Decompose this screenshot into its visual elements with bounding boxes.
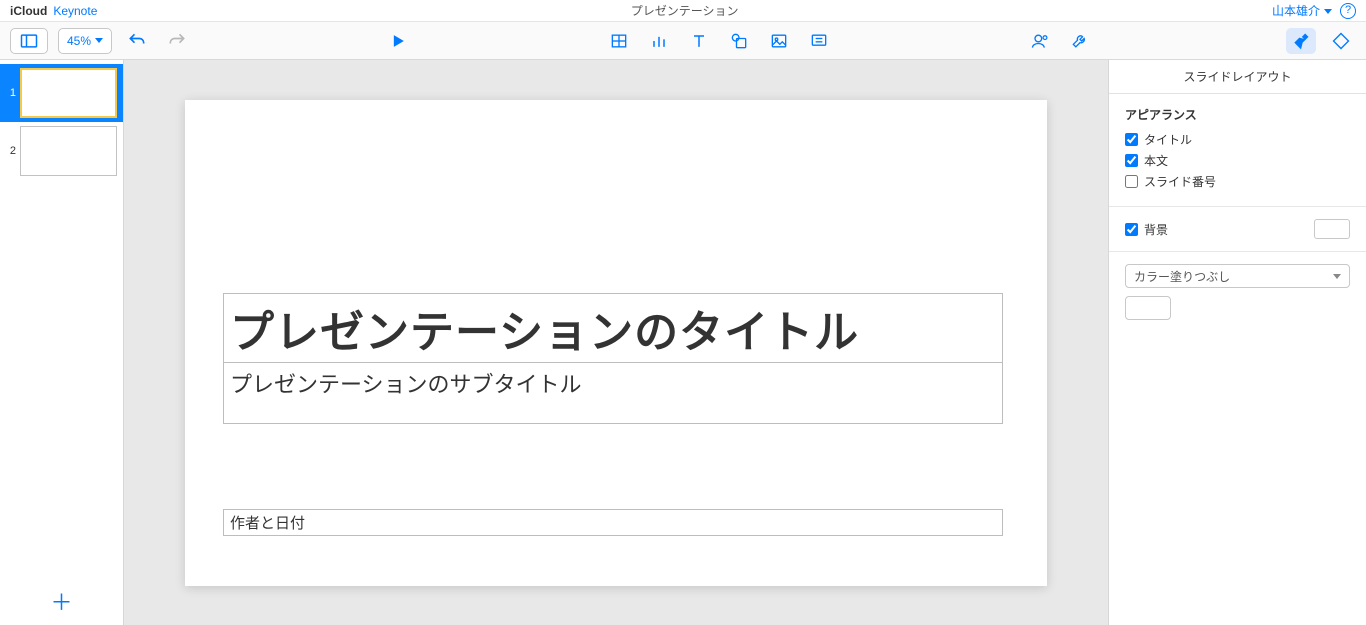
undo-button[interactable]	[122, 28, 152, 54]
add-slide-button[interactable]: ＋	[0, 585, 123, 617]
subtitle-text[interactable]: プレゼンテーションのサブタイトル	[224, 363, 1002, 423]
fill-section: カラー塗りつぶし	[1109, 252, 1366, 332]
canvas[interactable]: プレゼンテーションのタイトル プレゼンテーションのサブタイトル 作者と日付	[124, 60, 1108, 625]
workspace: 1 2 ＋ プレゼンテーションのタイトル プレゼンテーションのサブタイトル 作者…	[0, 60, 1366, 625]
appearance-section: アピアランス タイトル 本文 スライド番号	[1109, 94, 1366, 207]
title-checkbox[interactable]: タイトル	[1125, 131, 1350, 148]
slidenum-checkbox[interactable]: スライド番号	[1125, 173, 1350, 190]
title-checkbox-label: タイトル	[1144, 131, 1192, 148]
body-checkbox-input[interactable]	[1125, 154, 1138, 167]
title-placeholder[interactable]: プレゼンテーションのタイトル プレゼンテーションのサブタイトル	[223, 293, 1003, 424]
animate-inspector-button[interactable]	[1326, 28, 1356, 54]
insert-comment-button[interactable]	[804, 28, 834, 54]
zoom-value: 45%	[67, 34, 91, 48]
slide-thumbnail[interactable]: 2	[0, 122, 123, 180]
titlebar: iCloud Keynote プレゼンテーション 山本雄介 ?	[0, 0, 1366, 22]
format-inspector-button[interactable]	[1286, 28, 1316, 54]
format-inspector: スライドレイアウト アピアランス タイトル 本文 スライド番号 背景	[1108, 60, 1366, 625]
collaborate-button[interactable]	[1025, 28, 1055, 54]
insert-shape-button[interactable]	[724, 28, 754, 54]
user-menu[interactable]: 山本雄介	[1272, 2, 1332, 19]
author-placeholder[interactable]: 作者と日付	[223, 509, 1003, 536]
background-checkbox-label: 背景	[1144, 221, 1168, 238]
slide-navigator: 1 2 ＋	[0, 60, 124, 625]
fill-type-select[interactable]: カラー塗りつぶし	[1125, 264, 1350, 288]
title-checkbox-input[interactable]	[1125, 133, 1138, 146]
insert-table-button[interactable]	[604, 28, 634, 54]
body-checkbox-label: 本文	[1144, 152, 1168, 169]
slidenum-checkbox-input[interactable]	[1125, 175, 1138, 188]
chevron-down-icon	[1333, 274, 1341, 279]
view-button[interactable]	[10, 28, 48, 54]
app-label: Keynote	[53, 4, 97, 18]
background-swatch[interactable]	[1314, 219, 1350, 239]
redo-button[interactable]	[162, 28, 192, 54]
inspector-title: スライドレイアウト	[1109, 60, 1366, 94]
slidenum-checkbox-label: スライド番号	[1144, 173, 1216, 190]
insert-image-button[interactable]	[764, 28, 794, 54]
brand-label: iCloud	[10, 4, 47, 18]
play-button[interactable]	[383, 28, 413, 54]
help-icon[interactable]: ?	[1340, 3, 1356, 19]
slide-canvas[interactable]: プレゼンテーションのタイトル プレゼンテーションのサブタイトル 作者と日付	[185, 100, 1047, 586]
toolbar: 45%	[0, 22, 1366, 60]
zoom-select[interactable]: 45%	[58, 28, 112, 54]
fill-type-value: カラー塗りつぶし	[1134, 268, 1230, 285]
appearance-heading: アピアランス	[1125, 106, 1350, 123]
background-checkbox[interactable]: 背景	[1125, 221, 1168, 238]
thumbnail-preview	[20, 68, 117, 118]
insert-chart-button[interactable]	[644, 28, 674, 54]
fill-color-well[interactable]	[1125, 296, 1171, 320]
tools-button[interactable]	[1065, 28, 1095, 54]
document-title: プレゼンテーション	[631, 2, 739, 19]
slide-number: 2	[6, 145, 16, 157]
body-checkbox[interactable]: 本文	[1125, 152, 1350, 169]
thumbnail-preview	[20, 126, 117, 176]
insert-text-button[interactable]	[684, 28, 714, 54]
slide-number: 1	[6, 87, 16, 99]
background-checkbox-input[interactable]	[1125, 223, 1138, 236]
title-text[interactable]: プレゼンテーションのタイトル	[224, 294, 1002, 363]
slide-thumbnail[interactable]: 1	[0, 64, 123, 122]
background-section: 背景	[1109, 207, 1366, 252]
